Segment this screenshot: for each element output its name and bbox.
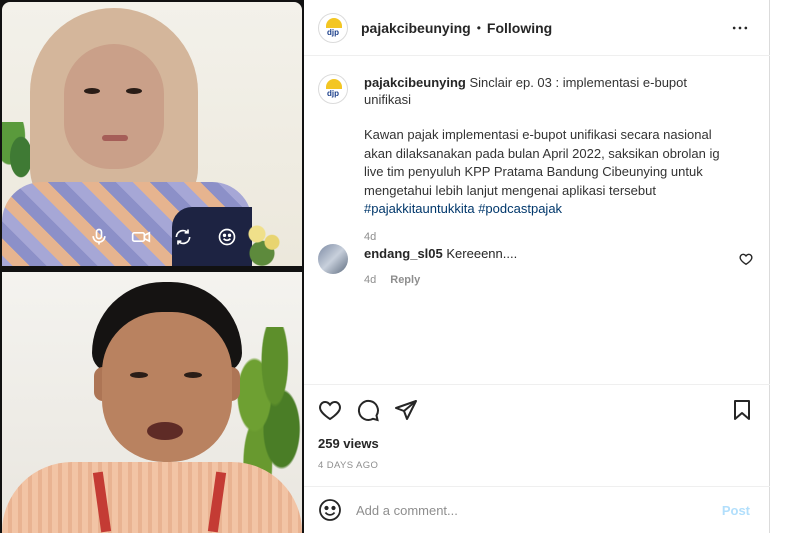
- avatar[interactable]: djp: [318, 74, 348, 104]
- comment-line: endang_sl05 Kereeenn....: [364, 246, 517, 261]
- video-tile-host: [2, 2, 302, 266]
- host-eye-right: [126, 88, 142, 94]
- comment-meta: 4d Reply: [364, 274, 517, 286]
- video-tile-guest: [2, 272, 302, 533]
- djp-logo-arc: [326, 17, 342, 28]
- heart-icon[interactable]: [318, 398, 344, 424]
- following-button[interactable]: Following: [487, 20, 552, 36]
- live-video-panel[interactable]: [0, 0, 304, 533]
- caption-text: Kawan pajak implementasi e-bupot unifika…: [364, 127, 720, 198]
- caption-body: pajakcibeunying Sinclair ep. 03 : implem…: [364, 74, 736, 246]
- post-actions: [304, 384, 770, 434]
- guest-mouth: [147, 422, 183, 440]
- background-flowers: [242, 212, 292, 266]
- post-comment-button[interactable]: Post: [722, 503, 750, 518]
- comment-body: endang_sl05 Kereeenn.... 4d Reply: [364, 244, 517, 286]
- caption-text-block: Kawan pajak implementasi e-bupot unifika…: [364, 126, 736, 219]
- guest-shirt: [2, 462, 302, 533]
- avatar[interactable]: djp: [318, 12, 348, 43]
- view-count[interactable]: 259 views: [318, 436, 379, 451]
- host-face: [64, 44, 164, 169]
- avatar-logo-text: djp: [327, 27, 339, 37]
- caption-username[interactable]: pajakcibeunying: [364, 75, 466, 90]
- microphone-icon[interactable]: [88, 226, 110, 248]
- host-mouth: [102, 135, 128, 141]
- post-date[interactable]: 4 DAYS AGO: [318, 460, 378, 471]
- page-gutter: [770, 0, 800, 533]
- hashtag-link[interactable]: #pajakkitauntukkita: [364, 201, 475, 216]
- avatar-logo-text: djp: [327, 89, 339, 98]
- share-icon[interactable]: [394, 398, 420, 424]
- reply-button[interactable]: Reply: [390, 274, 420, 286]
- post-panel: djp pajakcibeunying • Following djp paja…: [304, 0, 770, 533]
- avatar[interactable]: [318, 244, 348, 274]
- guest-eye-right: [184, 372, 202, 378]
- emoji-icon[interactable]: [318, 498, 342, 522]
- video-camera-icon[interactable]: [130, 226, 152, 248]
- comment-timestamp[interactable]: 4d: [364, 274, 376, 286]
- post-header: djp pajakcibeunying • Following: [304, 0, 770, 56]
- comment-icon[interactable]: [356, 398, 382, 424]
- comment-username[interactable]: endang_sl05: [364, 246, 443, 261]
- live-controls: [88, 226, 238, 248]
- comment-text: Kereeenn....: [446, 246, 518, 261]
- caption-timestamp[interactable]: 4d: [364, 229, 736, 246]
- guest-eye-left: [130, 372, 148, 378]
- more-horizontal-icon[interactable]: [730, 18, 750, 38]
- comment-item: endang_sl05 Kereeenn.... 4d Reply: [318, 244, 758, 286]
- post-author-username[interactable]: pajakcibeunying: [361, 20, 471, 36]
- comment-heart-icon[interactable]: [739, 252, 753, 266]
- comment-input[interactable]: [356, 502, 716, 518]
- add-comment-bar: Post: [304, 486, 770, 533]
- host-eye-left: [84, 88, 100, 94]
- hashtag-link[interactable]: #podcastpajak: [478, 201, 562, 216]
- smiley-effects-icon[interactable]: [216, 226, 238, 248]
- separator-dot: •: [476, 20, 481, 35]
- flip-camera-icon[interactable]: [172, 226, 194, 248]
- bookmark-icon[interactable]: [730, 398, 756, 424]
- caption: djp pajakcibeunying Sinclair ep. 03 : im…: [318, 74, 758, 246]
- djp-logo-arc: [326, 79, 342, 89]
